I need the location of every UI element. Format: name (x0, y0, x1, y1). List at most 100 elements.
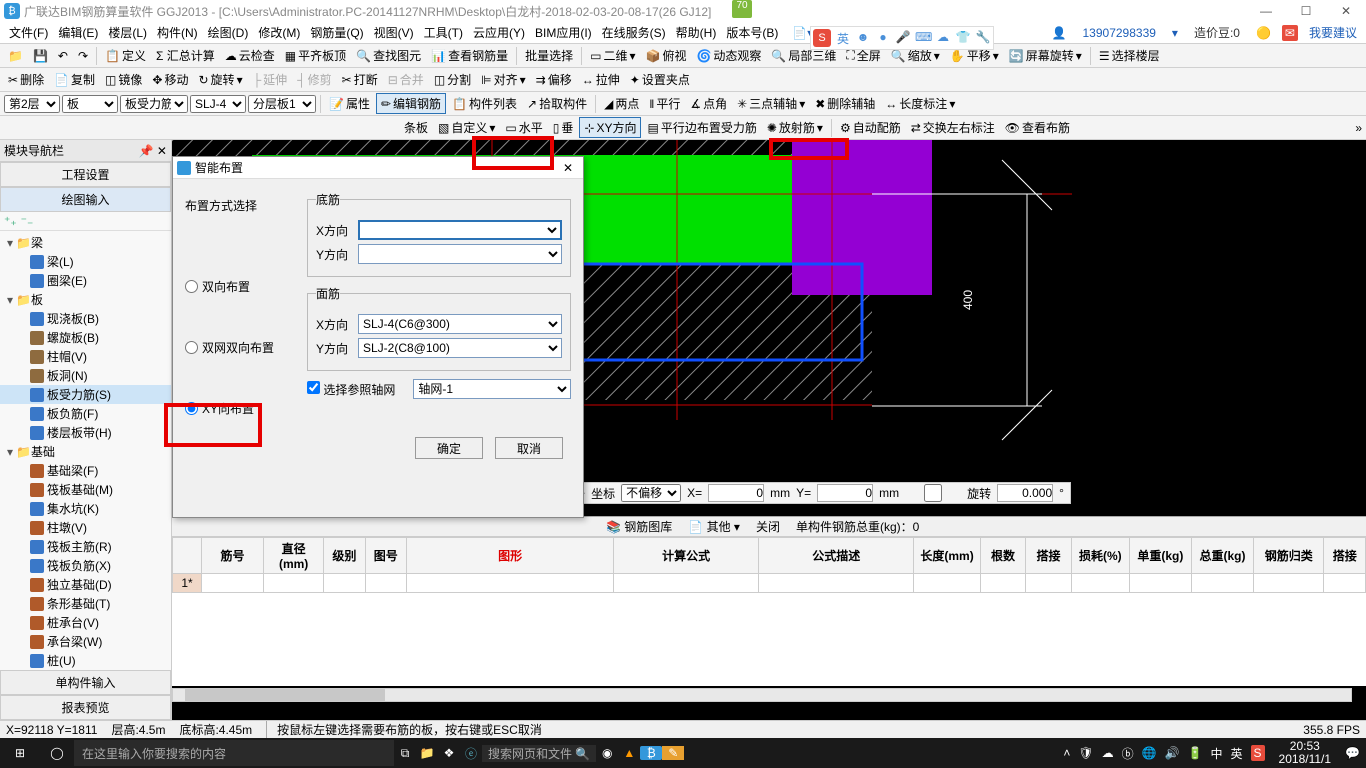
top-x-select[interactable]: SLJ-4(C6@300) (358, 314, 562, 334)
tree-item[interactable]: 板负筋(F) (0, 404, 171, 423)
2d-button[interactable]: ▭ 二维 ▾ (586, 46, 639, 65)
ime-toolbar[interactable]: S 英 ☻ ● 🎤 ⌨ ☁ 👕 🔧 (810, 26, 994, 50)
app4-icon[interactable]: ✎ (662, 746, 684, 760)
menu-bim[interactable]: BIM应用(I) (530, 24, 597, 41)
category-select[interactable]: 板 (62, 95, 118, 113)
triaxis-button[interactable]: ✳ 三点辅轴 ▾ (733, 94, 809, 113)
member-list-button[interactable]: 📋 构件列表 (448, 94, 521, 113)
batt-icon[interactable]: 🔋 (1188, 746, 1203, 760)
ime-dot-icon[interactable]: ● (875, 30, 891, 46)
copy-button[interactable]: 📄 复制 (50, 70, 99, 89)
tree-group[interactable]: ▾📁 板 (0, 290, 171, 309)
rotate-button[interactable]: ↻ 旋转 ▾ (194, 70, 246, 89)
taskbar-search[interactable]: 在这里输入你要搜索的内容 (74, 740, 394, 766)
cloudcheck-button[interactable]: ☁ 云检查 (221, 46, 279, 65)
dialog-close-button[interactable]: ✕ (557, 161, 579, 175)
app1-icon[interactable]: ❖ (438, 746, 460, 760)
ime-skin-icon[interactable]: 👕 (955, 30, 971, 46)
delaxis-button[interactable]: ✖ 删除辅轴 (811, 94, 879, 113)
tree-item[interactable]: 现浇板(B) (0, 309, 171, 328)
ime-cn[interactable]: 中 (1211, 745, 1223, 762)
tree-item[interactable]: 柱墩(V) (0, 518, 171, 537)
tree-item[interactable]: 板洞(N) (0, 366, 171, 385)
menu-rebar[interactable]: 钢筋量(Q) (305, 24, 368, 41)
rotate-input[interactable] (997, 484, 1053, 502)
menu-modify[interactable]: 修改(M) (253, 24, 305, 41)
app2-icon[interactable]: ◉ (596, 746, 618, 760)
menu-tools[interactable]: 工具(T) (419, 24, 468, 41)
member-select[interactable]: SLJ-4 (190, 95, 246, 113)
split-button[interactable]: ◫ 分割 (430, 70, 475, 89)
tree-item[interactable]: 桩(U) (0, 651, 171, 670)
ok-button[interactable]: 确定 (415, 437, 483, 459)
screenrot-button[interactable]: 🔄 屏幕旋转 ▾ (1005, 46, 1086, 65)
pick-button[interactable]: ↗ 拾取构件 (523, 94, 591, 113)
swap-button[interactable]: ⇄ 交换左右标注 (907, 118, 999, 137)
move-button[interactable]: ✥ 移动 (148, 70, 192, 89)
ggj-task-icon[interactable]: ₿ (640, 746, 662, 760)
tab-report[interactable]: 报表预览 (0, 695, 171, 720)
break-button[interactable]: ✂ 打断 (338, 70, 382, 89)
tree-item[interactable]: 螺旋板(B) (0, 328, 171, 347)
cortana-icon[interactable]: ◯ (40, 746, 74, 760)
menu-file[interactable]: 文件(F) (4, 24, 53, 41)
pin-icon[interactable]: 📌 ✕ (139, 144, 167, 158)
taskview-icon[interactable]: ⧉ (394, 746, 416, 761)
sogou-icon[interactable]: S (813, 29, 831, 47)
tree-item[interactable]: 楼层板带(H) (0, 423, 171, 442)
find-button[interactable]: 🔍 查找图元 (352, 46, 425, 65)
menu-help[interactable]: 帮助(H) (671, 24, 722, 41)
ime-tool-icon[interactable]: 🔧 (975, 30, 991, 46)
tree-item[interactable]: 独立基础(D) (0, 575, 171, 594)
define-button[interactable]: 📋 定义 (101, 46, 150, 65)
bottom-y-select[interactable] (358, 244, 562, 264)
tree-item[interactable]: 集水坑(K) (0, 499, 171, 518)
edge-button[interactable]: ▤ 平行边布置受力筋 (643, 118, 760, 137)
notif-icon[interactable]: 💬 (1345, 746, 1360, 760)
tree-item[interactable]: 梁(L) (0, 252, 171, 271)
tab-draw[interactable]: 绘图输入 (0, 187, 171, 212)
view-rebar-button[interactable]: 👁 查看布筋 (1001, 118, 1074, 137)
opt-bidir[interactable]: 双向布置 (185, 278, 295, 295)
cancel-button[interactable]: 取消 (495, 437, 563, 459)
auto-button[interactable]: ⚙ 自动配筋 (836, 118, 905, 137)
edit-rebar-button[interactable]: ✏ 编辑钢筋 (376, 93, 446, 114)
merge-button[interactable]: ⊟ 合并 (384, 70, 428, 89)
sogou-tray-icon[interactable]: S (1251, 745, 1265, 761)
menu-floor[interactable]: 楼层(L) (103, 24, 152, 41)
menu-online[interactable]: 在线服务(S) (597, 24, 671, 41)
minimize-button[interactable]: — (1246, 0, 1286, 22)
tree-item[interactable]: 承台梁(W) (0, 632, 171, 651)
top-y-select[interactable]: SLJ-2(C8@100) (358, 338, 562, 358)
attr-button[interactable]: 📝 属性 (325, 94, 374, 113)
ime-keyboard-icon[interactable]: ⌨ (915, 30, 931, 46)
rotate-checkbox[interactable] (905, 484, 961, 502)
tree-item[interactable]: 筏板基础(M) (0, 480, 171, 499)
user-phone[interactable]: 13907298339 (1078, 26, 1161, 40)
collapse-icon[interactable]: ⁻₋ (21, 214, 34, 228)
open-icon[interactable]: 📁 (4, 48, 27, 64)
ime-cloud-icon[interactable]: ☁ (935, 30, 951, 46)
opt-doublebidir[interactable]: 双网双向布置 (185, 339, 295, 356)
close-button[interactable]: ✕ (1326, 0, 1366, 22)
tree-item[interactable]: 板受力筋(S) (0, 385, 171, 404)
menu-version[interactable]: 版本号(B) (721, 24, 783, 41)
clock[interactable]: 20:532018/11/1 (1273, 740, 1338, 766)
tree-item[interactable]: 桩承台(V) (0, 613, 171, 632)
offset-mode-select[interactable]: 不偏移 (621, 484, 681, 502)
menu-member[interactable]: 构件(N) (152, 24, 203, 41)
tree-item[interactable]: 条形基础(T) (0, 594, 171, 613)
ime-face-icon[interactable]: ☻ (855, 30, 871, 46)
menu-cloud[interactable]: 云应用(Y) (468, 24, 530, 41)
overview-button[interactable]: 📦 俯视 (641, 46, 690, 65)
flat-button[interactable]: ▦ 平齐板顶 (281, 46, 350, 65)
radiate-button[interactable]: ✺ 放射筋 ▾ (763, 118, 827, 137)
menu-draw[interactable]: 绘图(D) (203, 24, 254, 41)
grid-table[interactable]: 筋号直径(mm)级别图号 图形计算公式公式描述长度(mm) 根数搭接损耗(%)单… (172, 537, 1366, 593)
tree-item[interactable]: 柱帽(V) (0, 347, 171, 366)
expand-icon[interactable]: ⁺₊ (4, 214, 17, 228)
x-input[interactable] (708, 484, 764, 502)
xy-direction-button[interactable]: ⊹ XY方向 (579, 117, 641, 138)
extend-button[interactable]: ├ 延伸 (249, 70, 292, 89)
parallel-button[interactable]: ‖ 平行 (645, 94, 684, 113)
